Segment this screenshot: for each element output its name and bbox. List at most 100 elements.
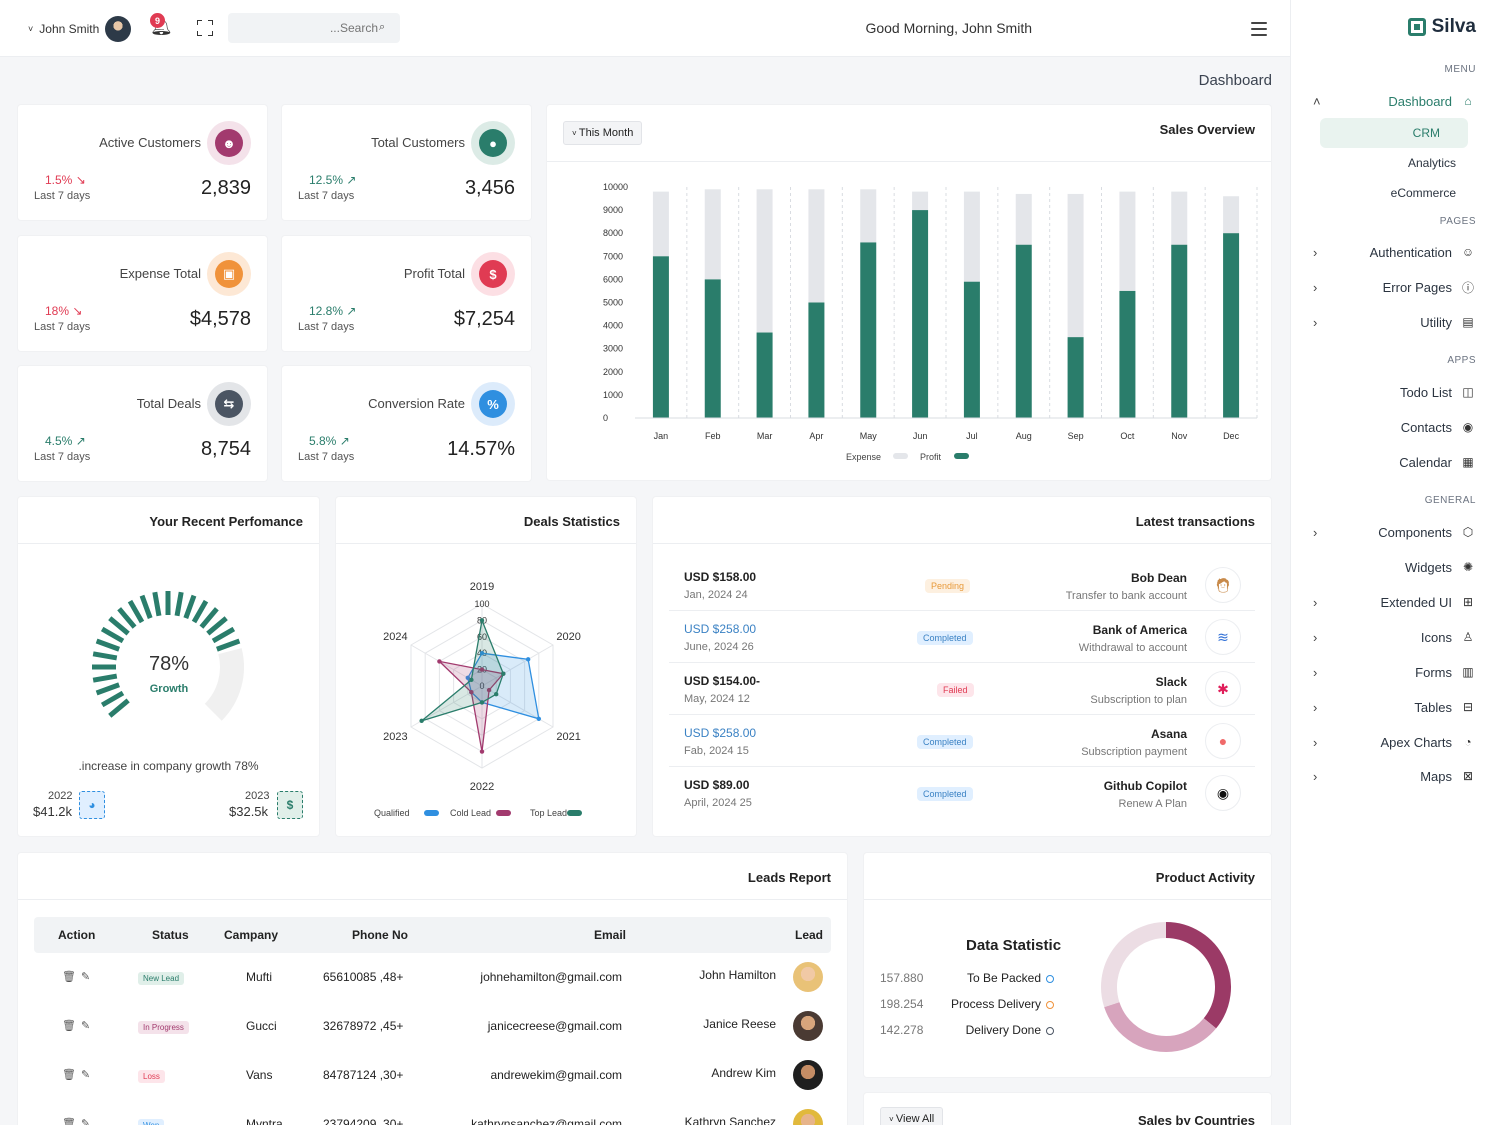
transaction-description: Renew A Plan [1118,798,1188,810]
sidebar-item-authentication[interactable]: › Authentication ☺ [1313,241,1476,263]
sidebar-item-apex-charts[interactable]: › Apex Charts ◔ [1313,731,1476,753]
chevron-right-icon: › [1313,768,1318,784]
transaction-row[interactable]: USD $89.00 April, 2024 25 Completed Gith… [669,767,1255,819]
transaction-row[interactable]: USD $258.00 June, 2024 26 Completed Bank… [669,611,1255,663]
general-section-label: GENERAL [1424,495,1476,506]
transaction-amount: USD $258.00 [684,622,757,636]
edit-icon[interactable]: ✎ [81,1117,90,1125]
transaction-row[interactable]: USD $154.00- May, 2024 12 Failed Slack S… [669,663,1255,715]
map-icon: ⊠ [1462,769,1474,783]
sidebar-item-utility[interactable]: › Utility ▤ [1313,311,1476,333]
sidebar-item-icons[interactable]: › Icons ♙ [1313,626,1476,648]
sidebar-item-widgets[interactable]: Widgets ✺ [1313,556,1476,578]
status-badge: Pending [925,579,971,593]
stat-icon-ring: ☻ [207,121,251,165]
leads-report-card: Leads Report Action Status Campany Phone… [18,853,847,1125]
transactions-title: Latest transactions [1135,514,1255,529]
table-row: 🗑︎ ✎ New Lead Mufti 65610085 ,48+ johneh… [34,953,831,1002]
trash-icon[interactable]: 🗑︎ [62,970,76,983]
radar-axis-label: 2023 [383,731,407,743]
brand[interactable]: Silva [1407,16,1476,38]
stat-label: Profit Total [403,266,465,281]
trash-icon[interactable]: 🗑︎ [62,1117,76,1125]
sidebar-item-error-pages[interactable]: › Error Pages ⓘ [1313,276,1476,298]
sidebar-item-forms[interactable]: › Forms ▥ [1313,661,1476,683]
trash-icon[interactable]: 🗑︎ [62,1019,76,1032]
radar-point [479,749,485,754]
sidebar-item-todo-list[interactable]: Todo List ◫ [1313,381,1476,403]
sidebar-item-maps[interactable]: › Maps ⊠ [1313,765,1476,787]
transaction-date: Fab, 2024 15 [684,745,749,757]
radar-legend-swatch [496,810,511,816]
sidebar-item-label: Extended UI [1380,594,1452,610]
sidebar-item-label: Todo List [1399,384,1452,400]
phone-cell: 84787124 ,30+ [323,1068,404,1082]
sidebar-item-extended-ui[interactable]: › Extended UI ⊞ [1313,591,1476,613]
sidebar-item-label: Error Pages [1382,279,1452,295]
search-input[interactable] [228,13,400,43]
gauge-segment [191,599,209,624]
calendar-icon: ▦ [1462,455,1474,469]
growth-caption: .increase in company growth 78% [78,759,259,773]
sidebar-sub-crm[interactable]: CRM [1320,118,1468,148]
sidebar-sub-ecommerce[interactable]: eCommerce [1391,186,1456,200]
avatar[interactable] [105,16,132,42]
stat-label: Expense Total [119,266,201,281]
sales-overview-card: ˅ This Month Sales Overview 10000 9000 800… [547,105,1271,480]
chevron-up-icon: ˄ [1313,93,1321,109]
stat-percent-value: 1.5% [45,173,73,187]
legend-profit-label: Profit [920,452,942,462]
year-2022-value: $41.2k [33,804,73,819]
edit-icon[interactable]: ✎ [81,1068,90,1081]
user-menu[interactable]: ˅ John Smith [28,16,132,42]
sidebar-item-components[interactable]: › Components ⬡ [1313,521,1476,543]
pages-section-label: PAGES [1439,216,1476,227]
sidebar-item-calendar[interactable]: Calendar ▦ [1313,451,1476,473]
trash-icon[interactable]: 🗑︎ [62,1068,76,1081]
sidebar-item-dashboard[interactable]: ˄ Dashboard ⌂ [1313,90,1476,112]
bank-of-america-logo: ≋ [1205,619,1241,655]
x-tick-label: May [860,431,878,441]
sidebar-item-label: Forms [1415,664,1452,680]
stat-percent: 12.8% ↗ [309,304,356,318]
stat-period: Last 7 days [298,321,355,333]
x-tick-label: Dec [1223,431,1240,441]
transaction-date: Jan, 2024 24 [684,589,748,601]
x-tick-label: Feb [705,431,721,441]
status-badge: Won [138,1119,165,1125]
transaction-name: Asana [1150,727,1187,741]
sales-countries-title: Sales by Countries [1137,1113,1255,1125]
radar-legend-swatch [424,810,439,816]
transaction-row[interactable]: USD $158.00 Jan, 2024 24 Pending Bob Dea… [669,559,1255,611]
stat-value: 2,839 [200,177,251,199]
lead-name-cell: Andrew Kim [711,1066,776,1080]
status-badge: Completed [917,631,973,645]
stat-card: Active Customers ☻ 1.5% ↘ Last 7 days 2,… [18,105,267,220]
edit-icon[interactable]: ✎ [81,970,90,983]
edit-icon[interactable]: ✎ [81,1019,90,1032]
view-all-button[interactable]: ˅ View All [880,1107,944,1125]
y-tick-label: 9000 [603,205,623,215]
box-icon: ⬡ [1462,525,1474,539]
chevron-right-icon: › [1313,244,1318,260]
y-tick-label: 5000 [603,298,623,308]
col-lead: Lead [794,928,823,942]
col-status: Status [152,928,189,942]
chevron-down-icon: ˅ [28,24,34,34]
apps-section-label: APPS [1447,355,1476,366]
sidebar-sub-analytics[interactable]: Analytics [1408,156,1456,170]
sidebar-item-tables[interactable]: › Tables ⊟ [1313,696,1476,718]
hamburger-menu-icon[interactable] [1251,22,1267,40]
widget-icon: ✺ [1462,560,1474,574]
sidebar-item-contacts[interactable]: Contacts ◉ [1313,416,1476,438]
bar-profit [1171,244,1188,418]
status-badge: Loss [138,1070,165,1083]
y-tick-label: 1000 [603,390,623,400]
stat-icon-ring: ● [471,121,515,165]
x-tick-label: Jan [654,431,669,441]
fullscreen-icon[interactable] [197,20,213,36]
transaction-description: Withdrawal to account [1078,642,1187,654]
brand-logo-icon [1407,18,1426,36]
transaction-row[interactable]: USD $258.00 Fab, 2024 15 Completed Asana… [669,715,1255,767]
y-tick-label: 4000 [603,321,623,331]
